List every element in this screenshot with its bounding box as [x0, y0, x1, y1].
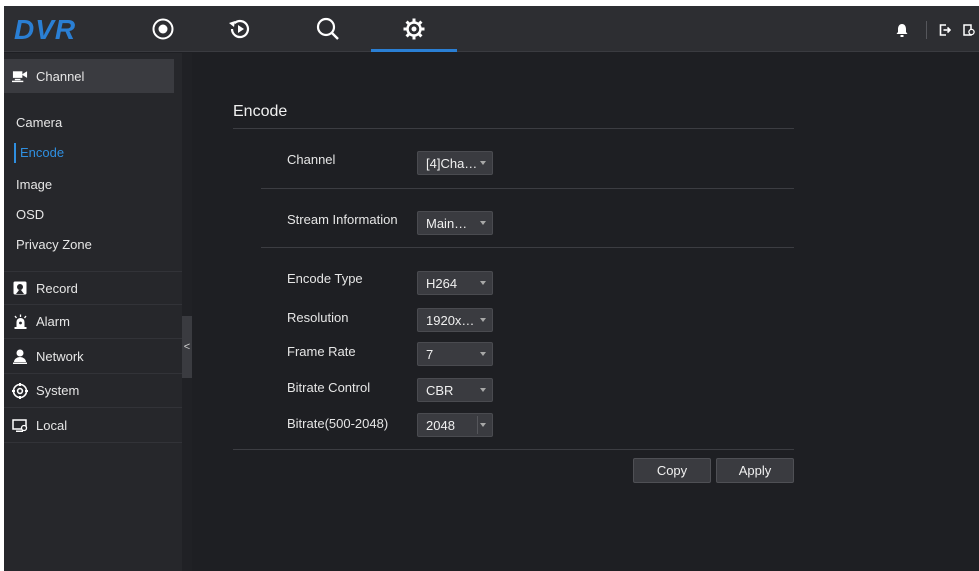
footer-divider	[233, 449, 794, 450]
sidebar-group-label: Network	[36, 349, 84, 364]
chevron-down-icon	[480, 221, 486, 225]
chevron-down-icon	[480, 423, 486, 427]
stream-information-label: Stream Information	[287, 212, 398, 227]
record-icon	[12, 280, 28, 296]
live-view-icon[interactable]	[143, 12, 183, 46]
sidebar-item-label: Privacy Zone	[16, 237, 92, 252]
resolution-label: Resolution	[287, 310, 349, 325]
bitrate-control-value: CBR	[426, 383, 454, 398]
sidebar-group-label: Alarm	[36, 314, 70, 329]
chevron-down-icon	[480, 318, 486, 322]
page-title: Encode	[233, 103, 288, 120]
sidebar-item-label: OSD	[16, 207, 45, 222]
sidebar-group-record[interactable]: Record	[4, 271, 182, 305]
sidebar: Channel Camera Encode Image OSD Privacy …	[4, 53, 182, 571]
sidebar-group-local[interactable]: Local	[4, 409, 182, 443]
sidebar-item-image[interactable]: Image	[4, 170, 182, 200]
stream-information-value: Main…	[426, 216, 468, 231]
sidebar-item-osd[interactable]: OSD	[4, 200, 182, 230]
resolution-value: 1920x…	[426, 313, 475, 328]
top-divider	[926, 21, 927, 39]
logout-icon[interactable]	[938, 20, 952, 40]
sidebar-group-label: Channel	[36, 68, 85, 84]
sidebar-item-label: Image	[16, 177, 53, 192]
bitrate-control-label: Bitrate Control	[287, 380, 371, 395]
copy-button[interactable]: Copy	[633, 458, 711, 483]
collapse-sidebar-button[interactable]: <	[182, 316, 192, 378]
chevron-down-icon	[480, 281, 486, 285]
frame-rate-value: 7	[426, 347, 434, 362]
bitrate-control-select[interactable]: CBR	[417, 378, 493, 402]
bitrate-value: 2048	[426, 418, 455, 433]
bitrate-label: Bitrate(500-2048)	[287, 416, 389, 431]
sidebar-item-encode[interactable]: Encode	[4, 138, 182, 168]
frame-rate-label: Frame Rate	[287, 344, 356, 359]
sidebar-splitter	[182, 53, 192, 571]
system-icon	[12, 382, 28, 399]
resolution-select[interactable]: 1920x…	[417, 308, 493, 332]
section-divider	[261, 247, 794, 248]
channel-select[interactable]: [4]Cha…	[417, 151, 493, 175]
encode-type-value: H264	[426, 276, 458, 291]
chevron-down-icon	[480, 161, 486, 165]
encode-type-label: Encode Type	[287, 271, 363, 286]
sidebar-group-channel[interactable]: Channel	[4, 59, 174, 93]
sidebar-group-label: Local	[36, 418, 68, 433]
dvr-logo: DVR	[14, 14, 77, 45]
sidebar-group-alarm[interactable]: Alarm	[4, 305, 182, 339]
sidebar-item-camera[interactable]: Camera	[4, 108, 182, 138]
section-divider	[261, 188, 794, 189]
sidebar-group-system[interactable]: System	[4, 374, 182, 408]
local-icon	[12, 418, 28, 434]
sidebar-item-label: Camera	[16, 115, 63, 130]
chevron-down-icon	[480, 352, 486, 356]
bitrate-combobox[interactable]: 2048	[417, 413, 493, 437]
bell-icon[interactable]	[895, 20, 909, 40]
sidebar-item-privacy-zone[interactable]: Privacy Zone	[4, 230, 182, 260]
encode-type-select[interactable]: H264	[417, 271, 493, 295]
chevron-down-icon	[480, 388, 486, 392]
alarm-icon	[12, 314, 28, 330]
lock-screen-icon[interactable]	[962, 20, 976, 40]
stream-information-select[interactable]: Main…	[417, 211, 493, 235]
playback-icon[interactable]	[220, 12, 260, 46]
network-icon	[12, 349, 28, 365]
sidebar-group-label: Record	[36, 280, 78, 296]
search-icon[interactable]	[308, 12, 348, 46]
title-divider	[233, 128, 794, 129]
channel-label: Channel	[287, 152, 336, 167]
frame-rate-select[interactable]: 7	[417, 342, 493, 366]
app-window: DVR Channel Camera Encode Image OSD Priv…	[4, 6, 979, 571]
apply-button[interactable]: Apply	[716, 458, 794, 483]
sidebar-group-label: System	[36, 383, 80, 398]
active-tab-indicator	[371, 49, 457, 52]
camera-icon	[12, 68, 28, 84]
top-bar: DVR	[4, 6, 979, 52]
channel-value: [4]Cha…	[426, 156, 478, 171]
sidebar-group-network[interactable]: Network	[4, 340, 182, 374]
sidebar-item-label: Encode	[20, 145, 65, 160]
gear-icon[interactable]	[394, 12, 434, 46]
